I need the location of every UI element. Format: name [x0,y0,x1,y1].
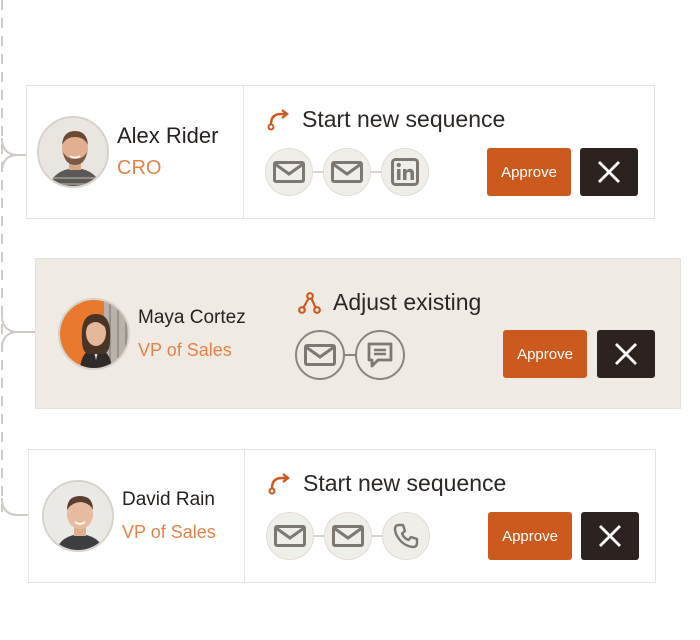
sequence-steps [265,148,429,196]
approve-button[interactable]: Approve [488,512,572,560]
sequence-title-text: Adjust existing [333,289,482,315]
contact-info: Alex Rider CRO [27,86,244,218]
contact-name: Alex Rider [117,123,219,148]
step-connector [372,535,382,537]
email-icon[interactable] [265,148,313,196]
contact-name: Maya Cortez [138,306,246,328]
contact-role: CRO [117,157,162,179]
reject-button[interactable] [581,512,639,560]
adjust-route-icon [297,290,323,316]
step-connector [371,171,381,173]
chat-icon[interactable] [355,330,405,380]
sequence-steps [295,330,405,380]
sequence-steps [266,512,430,560]
approve-button[interactable]: Approve [503,330,587,378]
contact-name: David Rain [122,489,215,510]
step-connector [313,171,323,173]
sequence-title: Start new sequence [267,470,506,497]
avatar [42,480,114,552]
sequence-title: Start new sequence [266,106,505,133]
phone-icon[interactable] [382,512,430,560]
route-icon [267,471,293,497]
action-panel: Adjust existing Approve [279,259,680,408]
email-icon[interactable] [323,148,371,196]
recommendation-card-alex-rider[interactable]: Alex Rider CRO Start new sequence Approv… [26,85,655,219]
action-panel: Start new sequence Approve [244,86,654,218]
close-icon [598,161,620,183]
step-connector [314,535,324,537]
contact-role: VP of Sales [122,522,216,542]
close-icon [599,525,621,547]
email-icon[interactable] [295,330,345,380]
email-icon[interactable] [266,512,314,560]
linkedin-icon[interactable] [381,148,429,196]
contact-role: VP of Sales [138,339,232,360]
email-icon[interactable] [324,512,372,560]
approve-button[interactable]: Approve [487,148,571,196]
route-icon [266,107,292,133]
sequence-title-text: Start new sequence [302,106,506,132]
reject-button[interactable] [597,330,655,378]
reject-button[interactable] [580,148,638,196]
recommendation-card-david-rain[interactable]: David Rain VP of Sales Start new sequenc… [28,449,656,583]
sequence-title: Adjust existing [297,289,481,316]
action-panel: Start new sequence Approve [245,450,655,582]
close-icon [615,343,637,365]
recommendation-card-maya-cortez[interactable]: Maya Cortez VP of Sales Adjust existing [35,258,681,409]
step-connector [345,354,355,356]
avatar [58,297,130,370]
avatar [37,116,109,188]
contact-info: Maya Cortez VP of Sales [36,259,279,408]
contact-info: David Rain VP of Sales [29,450,245,582]
sequence-title-text: Start new sequence [303,470,507,496]
